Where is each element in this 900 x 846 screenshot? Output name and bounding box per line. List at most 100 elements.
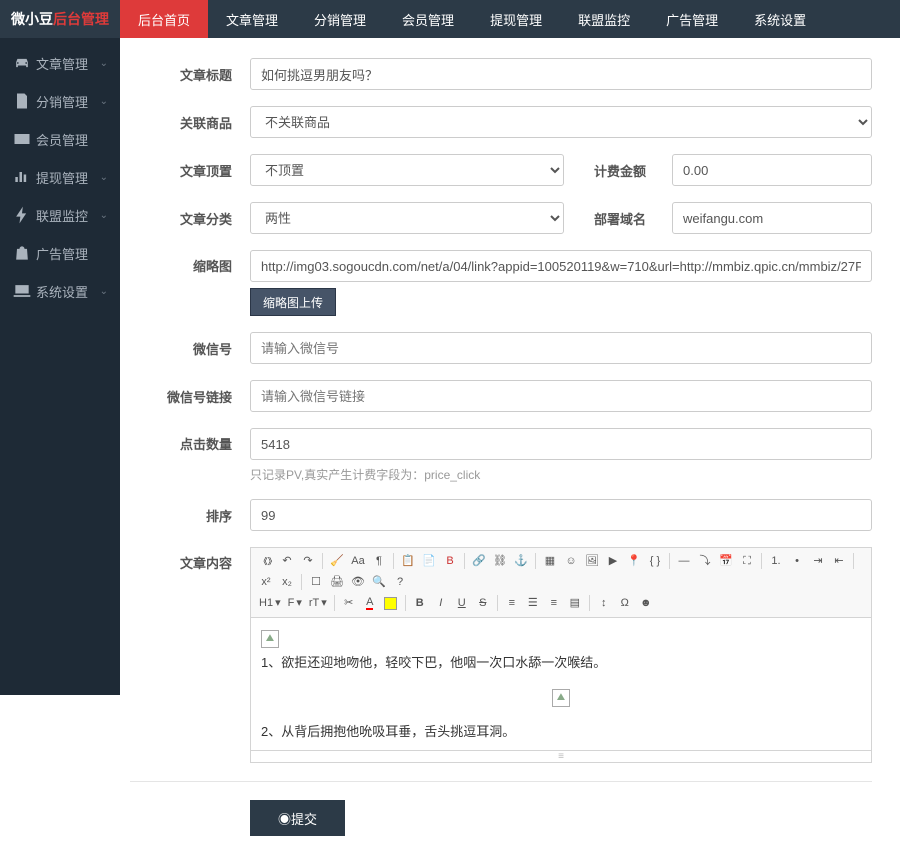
topnav-distribution[interactable]: 分销管理 <box>296 0 384 38</box>
align-center-icon[interactable]: ☰ <box>524 594 542 612</box>
preview-icon[interactable]: 👁 <box>349 573 367 591</box>
upload-button[interactable]: 缩略图上传 <box>250 288 336 316</box>
redo-icon[interactable]: ↷ <box>299 552 317 570</box>
topnav-system[interactable]: 系统设置 <box>736 0 824 38</box>
submit-button[interactable]: ◉提交 <box>250 800 345 836</box>
underline-icon[interactable]: U <box>453 594 471 612</box>
sidebar-item-withdraw[interactable]: 提现管理 ⌄ <box>0 158 120 196</box>
topnav-article[interactable]: 文章管理 <box>208 0 296 38</box>
blockquote-icon[interactable]: B <box>441 552 459 570</box>
paste-icon[interactable]: 📋 <box>399 552 417 570</box>
sidebar-item-distribution[interactable]: 分销管理 ⌄ <box>0 82 120 120</box>
bold-icon[interactable]: B <box>411 594 429 612</box>
sidebar-item-member[interactable]: 会员管理 <box>0 120 120 158</box>
chevron-down-icon: ⌄ <box>100 96 108 107</box>
car-icon <box>12 53 32 73</box>
chevron-down-icon: ⌄ <box>100 172 108 183</box>
align-justify-icon[interactable]: ▤ <box>566 594 584 612</box>
help-icon[interactable]: ? <box>391 573 409 591</box>
indent-icon[interactable]: ⇥ <box>809 552 827 570</box>
topnav-alliance[interactable]: 联盟监控 <box>560 0 648 38</box>
domain-input[interactable] <box>672 202 872 234</box>
forecolor-icon[interactable]: A <box>361 594 379 612</box>
topnav-member[interactable]: 会员管理 <box>384 0 472 38</box>
fontface-select[interactable]: F▾ <box>286 598 304 609</box>
sidebar-item-system[interactable]: 系统设置 ⌄ <box>0 272 120 310</box>
label-sort: 排序 <box>130 506 250 525</box>
strike-icon[interactable]: S <box>474 594 492 612</box>
bars-icon <box>12 167 32 187</box>
wxlink-input[interactable] <box>250 380 872 412</box>
sidebar-item-ad[interactable]: 广告管理 <box>0 234 120 272</box>
sidebar-item-article[interactable]: 文章管理 ⌄ <box>0 44 120 82</box>
spechar-icon[interactable]: Ω <box>616 594 634 612</box>
outdent-icon[interactable]: ⇤ <box>830 552 848 570</box>
image-icon[interactable]: 🖼 <box>583 552 601 570</box>
undo-icon[interactable]: ↶ <box>278 552 296 570</box>
click-input[interactable] <box>250 428 872 460</box>
select-all-icon[interactable]: ☐ <box>307 573 325 591</box>
fontsize-select[interactable]: rT▾ <box>307 598 329 609</box>
remove-format-icon[interactable]: 🧹 <box>328 552 346 570</box>
main-content: 文章标题 关联商品 不关联商品 文章顶置 不顶置 计费金额 文章分类 两性 部署… <box>120 38 900 846</box>
chevron-down-icon: ⌄ <box>100 58 108 69</box>
fullscreen-icon[interactable]: ⛶ <box>738 552 756 570</box>
anchor-icon[interactable]: ⚓ <box>512 552 530 570</box>
autotype-icon[interactable]: ¶ <box>370 552 388 570</box>
label-wxid: 微信号 <box>130 339 250 358</box>
cut-icon[interactable]: ✂ <box>340 594 358 612</box>
chevron-down-icon: ⌄ <box>100 210 108 221</box>
align-left-icon[interactable]: ≡ <box>503 594 521 612</box>
table-icon[interactable]: ▦ <box>541 552 559 570</box>
bolt-icon <box>12 205 32 225</box>
sub-icon[interactable]: x₂ <box>278 573 296 591</box>
search-icon[interactable]: 🔍 <box>370 573 388 591</box>
print-icon[interactable]: 🖨 <box>328 573 346 591</box>
body-line1: 1、欲拒还迎地吻他，轻咬下巴，他咽一次口水舔一次喉结。 <box>261 655 606 670</box>
category-select[interactable]: 两性 <box>250 202 564 234</box>
map-icon[interactable]: 📍 <box>625 552 643 570</box>
video-icon[interactable]: ▶ <box>604 552 622 570</box>
chevron-down-icon: ⌄ <box>100 286 108 297</box>
source-icon[interactable]: 《》 <box>257 552 275 570</box>
unlink-icon[interactable]: ⛓ <box>491 552 509 570</box>
editor-resize-handle[interactable]: ≡ <box>251 750 871 762</box>
brand: 微小豆后台管理 <box>0 9 120 29</box>
sup-icon[interactable]: x² <box>257 573 275 591</box>
rich-editor: 《》 ↶ ↷ 🧹 Aa ¶ 📋 📄 B 🔗 ⛓ ⚓ <box>250 547 872 763</box>
ol-icon[interactable]: 1. <box>767 552 785 570</box>
topnav-home[interactable]: 后台首页 <box>120 0 208 38</box>
topnav-ad[interactable]: 广告管理 <box>648 0 736 38</box>
date-icon[interactable]: 📅 <box>717 552 735 570</box>
paste-plain-icon[interactable]: 📄 <box>420 552 438 570</box>
title-input[interactable] <box>250 58 872 90</box>
label-wxlink: 微信号链接 <box>130 387 250 406</box>
format-match-icon[interactable]: Aa <box>349 552 367 570</box>
label-content: 文章内容 <box>130 547 250 572</box>
hr-icon[interactable]: — <box>675 552 693 570</box>
pagebreak-icon[interactable]: ⤵ <box>696 552 714 570</box>
lineheight-icon[interactable]: ↕ <box>595 594 613 612</box>
emotion-icon[interactable]: ☺ <box>562 552 580 570</box>
topnav-withdraw[interactable]: 提现管理 <box>472 0 560 38</box>
goods-select[interactable]: 不关联商品 <box>250 106 872 138</box>
editor-body[interactable]: 1、欲拒还迎地吻他，轻咬下巴，他咽一次口水舔一次喉结。 2、从背后拥抱他吮吸耳垂… <box>251 618 871 750</box>
ul-icon[interactable]: • <box>788 552 806 570</box>
label-price: 计费金额 <box>576 161 660 180</box>
align-right-icon[interactable]: ≡ <box>545 594 563 612</box>
link-icon[interactable]: 🔗 <box>470 552 488 570</box>
body-line2: 2、从背后拥抱他吮吸耳垂，舌头挑逗耳洞。 <box>261 724 515 739</box>
paragraph-select[interactable]: H1▾ <box>257 598 283 609</box>
code-icon[interactable]: { } <box>646 552 664 570</box>
italic-icon[interactable]: I <box>432 594 450 612</box>
thumb-input[interactable] <box>250 250 872 282</box>
price-input[interactable] <box>672 154 872 186</box>
separator <box>130 781 872 782</box>
editor-toolbar: 《》 ↶ ↷ 🧹 Aa ¶ 📋 📄 B 🔗 ⛓ ⚓ <box>251 548 871 618</box>
backcolor-icon[interactable] <box>382 594 400 612</box>
top-select[interactable]: 不顶置 <box>250 154 564 186</box>
wxid-input[interactable] <box>250 332 872 364</box>
sort-input[interactable] <box>250 499 872 531</box>
emoji-icon[interactable]: ☻ <box>637 594 655 612</box>
sidebar-item-alliance[interactable]: 联盟监控 ⌄ <box>0 196 120 234</box>
